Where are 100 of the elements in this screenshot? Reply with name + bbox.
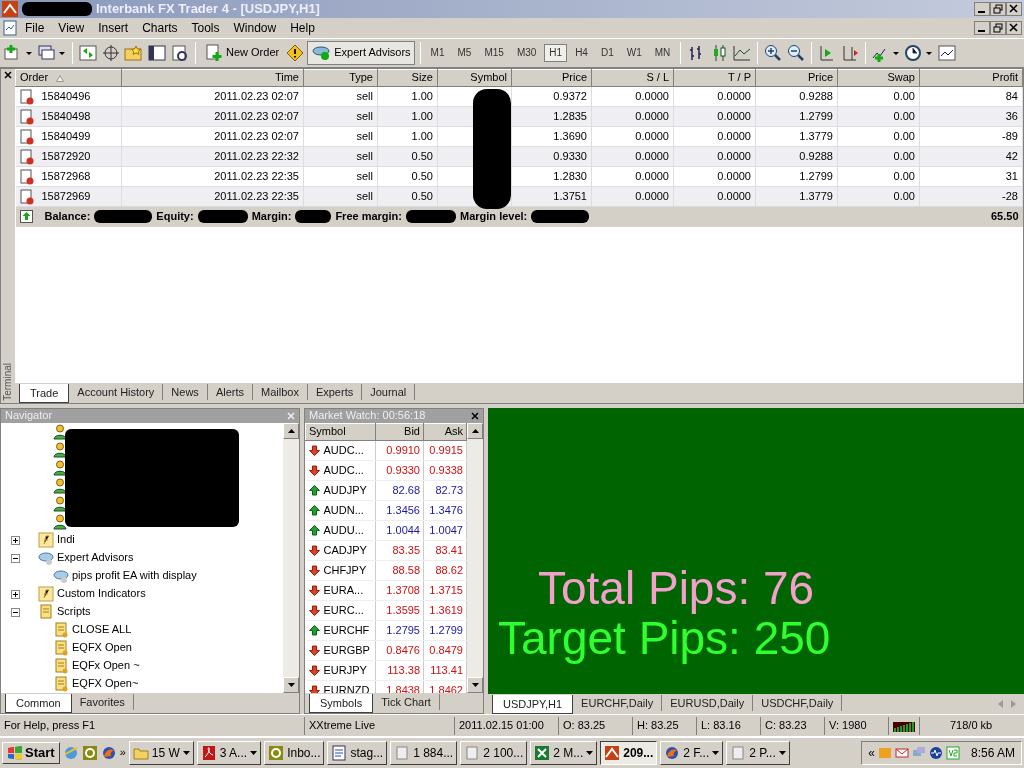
expert-advisors-button[interactable]: Expert Advisors bbox=[307, 41, 415, 65]
taskbar-button[interactable]: 2 P... bbox=[726, 741, 790, 765]
user-icon[interactable] bbox=[53, 460, 67, 476]
templates-icon[interactable] bbox=[937, 44, 958, 62]
taskbar-button[interactable]: 209... bbox=[600, 741, 658, 765]
app-icon[interactable] bbox=[81, 745, 98, 761]
period-button[interactable]: H4 bbox=[570, 44, 593, 62]
column-header[interactable]: Bid bbox=[375, 423, 424, 441]
close-icon[interactable] bbox=[471, 412, 479, 420]
tab[interactable]: Symbols bbox=[309, 694, 374, 713]
tree-item[interactable]: Expert Advisors bbox=[57, 551, 134, 565]
menu-item[interactable]: Tools bbox=[184, 19, 227, 37]
chart-tab[interactable]: USDCHF,Daily bbox=[753, 695, 843, 711]
tree-item[interactable]: Custom Indicators bbox=[57, 587, 146, 601]
column-header[interactable]: Size bbox=[377, 69, 438, 87]
start-button[interactable]: Start bbox=[2, 742, 60, 764]
tab[interactable]: Journal bbox=[362, 384, 416, 400]
tree-item[interactable]: pips profit EA with display bbox=[72, 569, 197, 583]
taskbar-button[interactable]: 1 884... bbox=[390, 741, 458, 765]
menu-item[interactable]: Window bbox=[226, 19, 284, 37]
user-icon[interactable] bbox=[53, 424, 67, 440]
collapse-icon[interactable] bbox=[11, 607, 20, 617]
period-button[interactable]: M15 bbox=[479, 44, 509, 62]
period-button[interactable]: D1 bbox=[595, 44, 619, 62]
column-header[interactable]: Order bbox=[15, 69, 122, 87]
tab[interactable]: Mailbox bbox=[253, 384, 308, 400]
minimize-icon[interactable] bbox=[974, 21, 990, 35]
user-icon[interactable] bbox=[53, 514, 67, 530]
tab[interactable]: Alerts bbox=[207, 384, 253, 400]
tree-item[interactable]: EQFx Open ~ bbox=[72, 659, 140, 673]
close-icon[interactable] bbox=[1006, 21, 1022, 35]
column-header[interactable]: Profit bbox=[919, 69, 1023, 87]
market-watch-icon[interactable] bbox=[78, 44, 98, 62]
line-chart-icon[interactable] bbox=[732, 44, 753, 62]
expand-icon[interactable] bbox=[11, 535, 20, 545]
menu-item[interactable]: Insert bbox=[91, 19, 136, 37]
column-header[interactable]: S / L bbox=[591, 69, 674, 87]
close-icon[interactable] bbox=[1006, 2, 1022, 16]
tree-item[interactable]: Indi bbox=[57, 533, 75, 547]
column-header[interactable]: Ask bbox=[423, 423, 467, 441]
taskbar-button[interactable]: 2 100... bbox=[460, 741, 528, 765]
warning-icon[interactable] bbox=[286, 44, 305, 62]
menu-item[interactable]: Help bbox=[283, 19, 322, 37]
tab[interactable]: Trade bbox=[19, 384, 70, 403]
user-icon[interactable] bbox=[53, 478, 67, 494]
user-icon[interactable] bbox=[53, 442, 67, 458]
period-button[interactable]: H1 bbox=[544, 44, 568, 62]
tab[interactable]: News bbox=[163, 384, 208, 400]
minimize-icon[interactable] bbox=[974, 2, 990, 16]
scroll-up-button[interactable] bbox=[283, 423, 299, 439]
scroll-down-button[interactable] bbox=[467, 677, 483, 693]
column-header[interactable]: T / P bbox=[673, 69, 756, 87]
tree-item[interactable]: EQFX Open bbox=[72, 641, 132, 655]
profiles-icon[interactable] bbox=[37, 44, 67, 62]
collapse-icon[interactable] bbox=[11, 553, 20, 563]
chart-tab[interactable]: USDJPY,H1 bbox=[492, 695, 574, 714]
taskbar-button[interactable]: stag... bbox=[327, 741, 388, 765]
tab[interactable]: Tick Chart bbox=[373, 694, 440, 710]
column-header[interactable]: Time bbox=[121, 69, 304, 87]
new-order-button[interactable]: New Order bbox=[201, 41, 284, 65]
clock-icon[interactable] bbox=[904, 44, 935, 62]
column-header[interactable]: Type bbox=[303, 69, 378, 87]
pulse-icon[interactable] bbox=[928, 746, 943, 760]
folder-star-icon[interactable] bbox=[124, 44, 144, 62]
restore-icon[interactable] bbox=[990, 2, 1006, 16]
chart-tab[interactable]: EURCHF,Daily bbox=[573, 695, 663, 711]
taskbar-button[interactable]: 15 W bbox=[128, 741, 194, 765]
period-button[interactable]: M30 bbox=[511, 44, 542, 62]
overflow-chevron[interactable]: » bbox=[119, 746, 126, 760]
expand-icon[interactable] bbox=[11, 589, 20, 599]
taskbar-button[interactable]: 2 M... bbox=[530, 741, 598, 765]
chart-tab[interactable]: EURUSD,Daily bbox=[662, 695, 754, 711]
column-header[interactable]: Symbol bbox=[437, 69, 512, 87]
period-button[interactable]: W1 bbox=[621, 44, 647, 62]
taskbar-button[interactable]: 3 A... bbox=[196, 741, 262, 765]
new-chart-icon[interactable] bbox=[4, 44, 34, 62]
tab[interactable]: Common bbox=[5, 694, 72, 713]
taskbar-button[interactable]: 2 F... bbox=[660, 741, 724, 765]
browser-icon[interactable] bbox=[100, 745, 117, 761]
tree-item[interactable]: Scripts bbox=[57, 605, 91, 619]
period-button[interactable]: M5 bbox=[452, 44, 477, 62]
tab[interactable]: Favorites bbox=[71, 694, 134, 710]
restore-icon[interactable] bbox=[990, 21, 1006, 35]
tray-chevron[interactable]: « bbox=[868, 745, 875, 761]
user-icon[interactable] bbox=[53, 496, 67, 512]
close-icon[interactable] bbox=[4, 71, 12, 79]
scroll-down-button[interactable] bbox=[283, 677, 299, 693]
column-header[interactable]: Symbol bbox=[305, 423, 376, 441]
period-button[interactable]: M1 bbox=[425, 44, 450, 62]
column-header[interactable]: Price bbox=[755, 69, 838, 87]
tester-icon[interactable] bbox=[170, 44, 190, 62]
taskbar-button[interactable]: Inbo... bbox=[264, 741, 325, 765]
scroll-up-button[interactable] bbox=[467, 423, 483, 439]
terminal-icon[interactable] bbox=[147, 44, 167, 62]
menu-item[interactable]: View bbox=[51, 19, 92, 37]
tree-item[interactable]: EQFX Open~ bbox=[72, 677, 139, 691]
tab[interactable]: Account History bbox=[69, 384, 164, 400]
column-header[interactable]: Price bbox=[511, 69, 592, 87]
menu-item[interactable]: File bbox=[18, 19, 52, 37]
column-header[interactable]: Swap bbox=[837, 69, 920, 87]
